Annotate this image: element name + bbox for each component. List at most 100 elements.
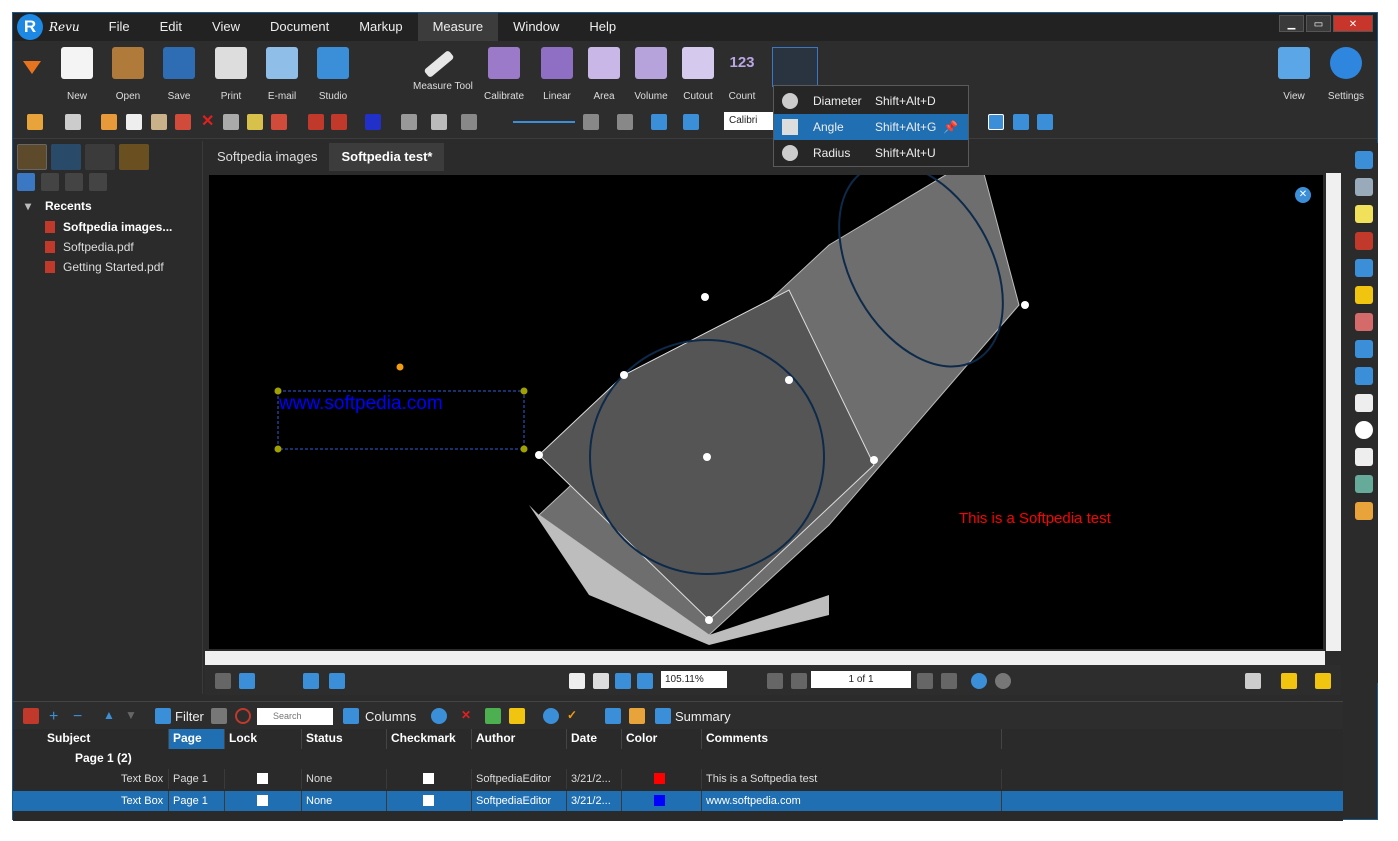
- snapshot-icon[interactable]: [223, 114, 239, 130]
- arc-alt-icon[interactable]: [331, 114, 347, 130]
- rectangle-icon[interactable]: [1355, 394, 1373, 412]
- arrow-icon[interactable]: [1355, 367, 1373, 385]
- open-files-icon[interactable]: [41, 173, 59, 191]
- zoom-tool-icon[interactable]: [615, 673, 631, 689]
- column-header-lock[interactable]: Lock: [225, 729, 302, 749]
- zoom-level[interactable]: 105.11%: [661, 671, 727, 688]
- summary-button[interactable]: Summary: [675, 709, 731, 724]
- arc-icon[interactable]: [308, 114, 324, 130]
- fill-color-icon[interactable]: [401, 114, 417, 130]
- fit-width-icon[interactable]: [329, 673, 345, 689]
- delete-icon[interactable]: ✕: [201, 114, 217, 130]
- fit-page-icon[interactable]: [303, 673, 319, 689]
- column-header-comments[interactable]: Comments: [702, 729, 1002, 749]
- first-page-icon[interactable]: [767, 673, 783, 689]
- print-button[interactable]: Print: [205, 47, 257, 103]
- tab-softpedia-images[interactable]: Softpedia images: [205, 143, 329, 171]
- columns-icon[interactable]: [343, 708, 359, 724]
- user-icon[interactable]: [1245, 673, 1261, 689]
- cell-lock[interactable]: [225, 791, 302, 811]
- text-select-icon[interactable]: [637, 673, 653, 689]
- align-center-icon[interactable]: [1013, 114, 1029, 130]
- horizontal-scrollbar[interactable]: [205, 651, 1325, 665]
- count-button[interactable]: 123 Count: [716, 47, 768, 103]
- typewriter-icon[interactable]: [1355, 178, 1373, 196]
- pan-tool-icon[interactable]: [569, 673, 585, 689]
- settings-button[interactable]: Settings: [1320, 47, 1372, 103]
- minimize-icon[interactable]: ▁: [1279, 15, 1304, 32]
- email-button[interactable]: E-mail: [256, 47, 308, 103]
- linear-button[interactable]: Linear: [531, 47, 583, 103]
- menu-view[interactable]: View: [197, 13, 255, 41]
- copy-icon[interactable]: [126, 114, 142, 130]
- tool-chest-tab-icon[interactable]: [119, 144, 149, 170]
- thumbnails-tab-icon[interactable]: [85, 144, 115, 170]
- flatten-icon[interactable]: [271, 114, 287, 130]
- recent-files-icon[interactable]: [17, 173, 35, 191]
- lock-checkbox[interactable]: [257, 795, 268, 806]
- line-pattern-icon[interactable]: [651, 114, 667, 130]
- area-button[interactable]: Area: [578, 47, 630, 103]
- next-page-icon[interactable]: [917, 673, 933, 689]
- align-left-icon[interactable]: [988, 114, 1004, 130]
- recents-heading[interactable]: Recents: [13, 195, 202, 213]
- column-header-status[interactable]: Status: [302, 729, 387, 749]
- close-icon[interactable]: ✕: [1333, 15, 1373, 32]
- document-canvas[interactable]: www.softpedia.com This is a Softpedia te…: [209, 154, 1323, 649]
- align-right-icon[interactable]: [1037, 114, 1053, 130]
- filter-icon[interactable]: [155, 708, 171, 724]
- split-view-icon[interactable]: [215, 673, 231, 689]
- table-row[interactable]: Text Box Page 1 None SoftpediaEditor 3/2…: [13, 791, 1343, 811]
- tab-softpedia-test[interactable]: Softpedia test*: [329, 143, 445, 171]
- forward-icon[interactable]: [995, 673, 1011, 689]
- column-header-date[interactable]: Date: [567, 729, 622, 749]
- line-style-icon[interactable]: [513, 121, 575, 123]
- text-tool-icon[interactable]: [1355, 151, 1373, 169]
- cut-icon[interactable]: [101, 114, 117, 130]
- status-icon[interactable]: [509, 708, 525, 724]
- polygon-icon[interactable]: [1355, 448, 1373, 466]
- menu-window[interactable]: Window: [498, 13, 574, 41]
- previous-page-icon[interactable]: [791, 673, 807, 689]
- filter-button[interactable]: Filter: [175, 709, 204, 724]
- shadow-icon[interactable]: [431, 114, 447, 130]
- markups-search-input[interactable]: Search: [257, 708, 333, 725]
- menu-edit[interactable]: Edit: [145, 13, 197, 41]
- file-access-tab-icon[interactable]: [17, 144, 47, 170]
- delete-markup-icon[interactable]: ✕: [461, 708, 477, 724]
- cell-checkmark[interactable]: [387, 791, 472, 811]
- eraser-icon[interactable]: [1355, 313, 1373, 331]
- menu-markup[interactable]: Markup: [344, 13, 417, 41]
- lightbulb-icon[interactable]: [1281, 673, 1297, 689]
- back-icon[interactable]: [971, 673, 987, 689]
- note-icon[interactable]: [1355, 205, 1373, 223]
- close-document-icon[interactable]: ✕: [1295, 187, 1311, 203]
- group-row-page-1[interactable]: Page 1 (2): [75, 751, 132, 765]
- redo-icon[interactable]: [65, 114, 81, 130]
- arrow-down-icon[interactable]: [23, 61, 41, 74]
- sync-icon[interactable]: [239, 673, 255, 689]
- select-tool-icon[interactable]: [593, 673, 609, 689]
- recent-file-item[interactable]: Getting Started.pdf: [13, 257, 202, 277]
- maximize-icon[interactable]: ▭: [1306, 15, 1331, 32]
- last-page-icon[interactable]: [941, 673, 957, 689]
- volume-button[interactable]: Volume: [625, 47, 677, 103]
- move-up-icon[interactable]: ▲: [103, 708, 119, 724]
- line-width-icon[interactable]: [683, 114, 699, 130]
- undo-icon[interactable]: [27, 114, 43, 130]
- angle-measure-button[interactable]: [772, 47, 818, 87]
- hatch-icon[interactable]: [461, 114, 477, 130]
- pen-icon[interactable]: [1355, 232, 1373, 250]
- menu-help[interactable]: Help: [574, 13, 631, 41]
- line-end-icon[interactable]: [617, 114, 633, 130]
- trash-icon[interactable]: [211, 708, 227, 724]
- column-header-author[interactable]: Author: [472, 729, 567, 749]
- favorites-icon[interactable]: [65, 173, 83, 191]
- column-header-color[interactable]: Color: [622, 729, 702, 749]
- line-icon[interactable]: [1355, 340, 1373, 358]
- export-icon[interactable]: [629, 708, 645, 724]
- menu-measure[interactable]: Measure: [417, 13, 499, 41]
- menu-file[interactable]: File: [94, 13, 145, 41]
- image-icon[interactable]: [1355, 475, 1373, 493]
- ellipse-icon[interactable]: [1355, 421, 1373, 439]
